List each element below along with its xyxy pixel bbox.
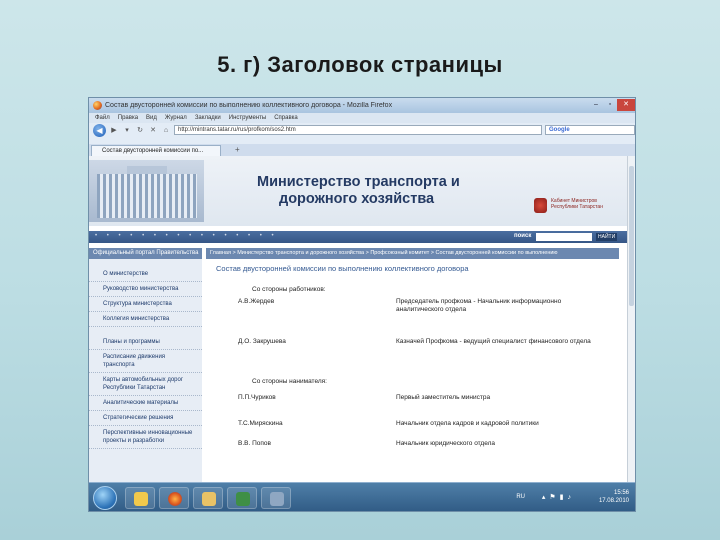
left-nav-item[interactable]: Аналитические материалы: [89, 396, 202, 411]
breadcrumb[interactable]: Главная > Министерство транспорта и доро…: [206, 248, 619, 259]
new-tab-button[interactable]: +: [235, 145, 240, 154]
taskbar-explorer-button[interactable]: [125, 487, 155, 509]
taskbar-folder-button[interactable]: [193, 487, 223, 509]
government-label[interactable]: Кабинет Министров Республики Татарстан: [551, 198, 603, 210]
menu-item-view[interactable]: Вид: [146, 115, 157, 121]
left-navigation: Официальный портал Правительства О минис…: [89, 248, 202, 482]
menu-item-edit[interactable]: Правка: [118, 115, 138, 121]
taskbar-firefox-button[interactable]: [159, 487, 189, 509]
url-input[interactable]: http://mintrans.tatar.ru/rus/profkom/sos…: [174, 125, 542, 135]
building-image: [89, 160, 204, 222]
clock-date: 17.08.2010: [598, 498, 629, 504]
ministry-title-line2: дорожного хозяйства: [279, 191, 435, 207]
clock-time: 15:56: [613, 490, 629, 496]
left-nav-item[interactable]: Планы и программы: [89, 335, 202, 350]
dropdown-history-button[interactable]: ▾: [122, 126, 132, 134]
taskbar-excel-button[interactable]: [227, 487, 257, 509]
search-input[interactable]: Google: [545, 125, 635, 135]
google-search-placeholder: Google: [549, 127, 570, 133]
menu-item-bookmarks[interactable]: Закладки: [195, 115, 221, 121]
ministry-title-line1: Министерство транспорта и: [257, 174, 460, 190]
coat-of-arms-icon: [534, 198, 547, 213]
site-search-label: поиск: [514, 233, 532, 239]
windows-taskbar: RU ▴⚑▮♪ 15:56 17.08.2010: [89, 482, 635, 511]
slide-title: 5. г) Заголовок страницы: [217, 52, 503, 77]
left-nav-item[interactable]: Руководство министерства: [89, 282, 202, 297]
left-nav-item[interactable]: Коллегия министерства: [89, 312, 202, 327]
nav-dots: • • • • • • • • • • • • • • • •: [95, 233, 278, 239]
page-viewport: Министерство транспорта и дорожного хозя…: [89, 156, 629, 482]
window-titlebar: Состав двусторонней комиссии по выполнен…: [89, 98, 635, 113]
section-workers-heading: Со стороны работников:: [252, 286, 326, 293]
forward-button[interactable]: ▶: [109, 126, 119, 134]
member-name: В.В. Попов: [238, 440, 271, 447]
vertical-scrollbar[interactable]: [627, 156, 635, 482]
page-heading: Состав двусторонней комиссии по выполнен…: [216, 264, 469, 273]
left-nav-item[interactable]: О министерстве: [89, 267, 202, 282]
site-search-input[interactable]: [536, 233, 592, 241]
site-search-bar: • • • • • • • • • • • • • • • • поиск НА…: [89, 231, 629, 243]
stop-button[interactable]: ✕: [148, 126, 158, 134]
start-button[interactable]: [93, 486, 117, 510]
window-title: Состав двусторонней комиссии по выполнен…: [105, 102, 393, 109]
taskbar-app-button[interactable]: [261, 487, 291, 509]
back-button[interactable]: ◀: [93, 123, 106, 137]
tab-bar: Состав двусторонней комиссии по... +: [89, 144, 635, 156]
site-search-button[interactable]: НАЙТИ: [596, 233, 618, 241]
home-button[interactable]: ⌂: [161, 127, 171, 134]
minimize-button[interactable]: –: [589, 99, 603, 111]
browser-screenshot: Состав двусторонней комиссии по выполнен…: [88, 97, 636, 512]
member-position: Начальник юридического отдела: [396, 440, 496, 447]
ministry-title: Министерство транспорта и дорожного хозя…: [257, 174, 517, 208]
member-position: Председатель профкома - Начальник информ…: [396, 298, 562, 313]
tray-icons[interactable]: ▴⚑▮♪: [542, 493, 575, 501]
menu-item-help[interactable]: Справка: [274, 115, 298, 121]
left-nav-header[interactable]: Официальный портал Правительства: [89, 248, 202, 259]
menu-bar: Файл Правка Вид Журнал Закладки Инструме…: [89, 113, 635, 123]
member-position: Начальник отдела кадров и кадровой полит…: [396, 420, 539, 427]
member-name: Д.О. Закрушева: [238, 338, 286, 345]
left-nav-item[interactable]: Структура министерства: [89, 297, 202, 312]
left-nav-item[interactable]: Стратегические решения: [89, 411, 202, 426]
menu-item-tools[interactable]: Инструменты: [229, 115, 266, 121]
language-indicator[interactable]: RU: [516, 494, 525, 500]
member-name: Т.С.Миряскина: [238, 420, 283, 427]
site-header: Министерство транспорта и дорожного хозя…: [89, 156, 629, 226]
reload-button[interactable]: ↻: [135, 126, 145, 134]
member-position: Казначей Профкома - ведущий специалист ф…: [396, 338, 591, 345]
bookmarks-toolbar: [89, 137, 635, 144]
close-button[interactable]: ✕: [617, 99, 635, 111]
tab-active[interactable]: Состав двусторонней комиссии по...: [91, 145, 221, 156]
system-clock[interactable]: 15:56 17.08.2010: [599, 489, 629, 505]
left-nav-item[interactable]: Расписание движения транспорта: [89, 350, 202, 373]
navigation-toolbar: ◀ ▶ ▾ ↻ ✕ ⌂ http://mintrans.tatar.ru/rus…: [89, 123, 635, 137]
member-name: А.В.Жердев: [238, 298, 275, 305]
maximize-button[interactable]: ▫: [603, 99, 617, 111]
menu-item-history[interactable]: Журнал: [165, 115, 187, 121]
menu-item-file[interactable]: Файл: [95, 115, 110, 121]
left-nav-item[interactable]: Карты автомобильных дорог Республики Тат…: [89, 373, 202, 396]
member-position: Первый заместитель министра: [396, 394, 491, 401]
government-label-line2: Республики Татарстан: [551, 204, 603, 210]
firefox-icon: [93, 101, 102, 110]
section-employer-heading: Со стороны нанимателя:: [252, 378, 327, 385]
member-name: П.П.Чуриков: [238, 394, 276, 401]
left-nav-item[interactable]: Перспективные инновационные проекты и ра…: [89, 426, 202, 449]
